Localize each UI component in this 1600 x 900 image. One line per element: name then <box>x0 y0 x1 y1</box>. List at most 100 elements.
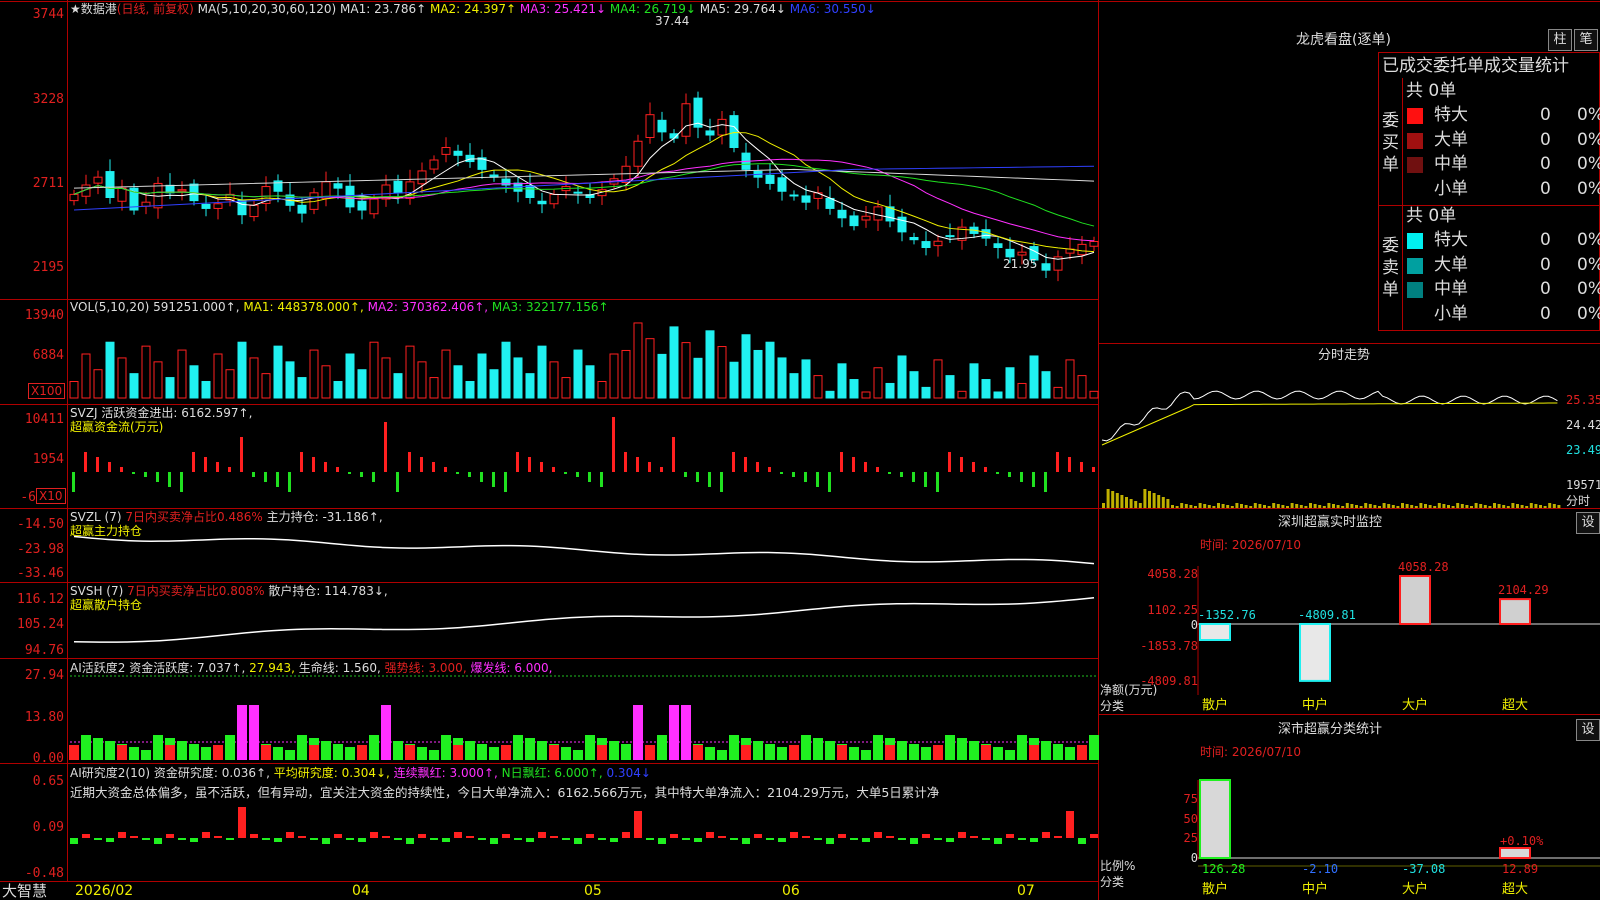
flow-bar <box>816 472 819 487</box>
flow-bar <box>444 467 447 472</box>
research-bar <box>1006 834 1014 838</box>
research-bar <box>1066 811 1074 838</box>
flow-bar <box>1032 472 1035 487</box>
szclass-settings-button[interactable]: 设 <box>1576 719 1600 741</box>
bar-mode-button[interactable]: 柱 <box>1548 29 1572 51</box>
ma3-value: MA3: 25.421↓ <box>519 2 607 16</box>
flow-bar <box>984 467 987 472</box>
intraday-vol-bar <box>1106 489 1110 508</box>
research-bar <box>526 838 534 842</box>
intraday-vol-bar <box>1424 504 1427 508</box>
szmon-cat-label: 分类 <box>1100 699 1125 713</box>
intraday-vol-bar <box>1410 505 1414 508</box>
flow-bar <box>468 472 471 477</box>
buy-row-count-3: 0 <box>1540 178 1551 199</box>
volume-bar <box>765 341 775 399</box>
main-holding-polyline <box>73 535 1095 565</box>
flow-bar <box>264 472 267 482</box>
activity-bar <box>717 750 727 760</box>
szmon-settings-button[interactable]: 设 <box>1576 512 1600 534</box>
flow-bar <box>936 472 939 492</box>
research-bar <box>1018 838 1026 840</box>
intraday-vol-bar <box>1355 505 1358 508</box>
szclass-value-label-0: 126.28 <box>1202 862 1246 876</box>
volume-bar <box>621 349 631 399</box>
research-bar <box>994 838 1002 844</box>
research-bar <box>898 838 906 840</box>
volume-bar <box>249 357 259 399</box>
activity-bar <box>1089 735 1099 760</box>
intraday-vol-bar <box>1198 503 1202 508</box>
pen-mode-button[interactable]: 笔 <box>1574 29 1598 51</box>
activity-bar <box>561 747 571 760</box>
volume-bar <box>945 375 955 399</box>
activity-bar <box>849 747 859 760</box>
research-bar <box>442 838 450 842</box>
research-bar <box>694 838 702 842</box>
intraday-vol-bar <box>1221 504 1225 508</box>
intraday-vol-bar <box>1295 504 1299 508</box>
research-bar <box>634 811 642 838</box>
low-label: 21.95 <box>1003 257 1038 271</box>
candle-body <box>765 174 775 184</box>
candle-body <box>357 200 367 211</box>
candle-body <box>453 150 463 156</box>
svzl-sub: 超赢主力持仓 <box>70 524 143 538</box>
research-bar <box>214 836 222 838</box>
szclass-cat-label: 分类 <box>1100 875 1125 889</box>
intraday-vol-bar <box>1102 503 1105 508</box>
buy-row-name-1: 大单 <box>1434 129 1468 150</box>
research-bar <box>466 836 474 838</box>
volume-bar <box>681 342 691 399</box>
sell-swatch-0 <box>1407 233 1423 249</box>
flow-bar <box>504 472 507 492</box>
vol-ma1: MA1: 448378.000↑, <box>243 300 364 314</box>
activity-bar <box>285 750 295 760</box>
research-bar <box>286 832 294 838</box>
flow-bar <box>360 472 363 477</box>
intraday-vol-bar <box>1161 497 1165 508</box>
intraday-vol-bar <box>1488 506 1492 508</box>
stock-title[interactable]: ★数据港 <box>70 2 117 16</box>
activity-bar <box>489 747 499 760</box>
candle-body <box>369 198 379 215</box>
month-5: 07 <box>1017 883 1035 899</box>
intraday-vol-bar <box>1539 505 1542 508</box>
vol-tick-1: 13940 <box>24 308 64 323</box>
flow-bar <box>420 457 423 472</box>
volume-bar <box>489 369 499 399</box>
research-bar <box>226 838 234 840</box>
candle-body <box>465 154 475 163</box>
volume-bar <box>177 349 187 399</box>
candle-body <box>117 187 127 202</box>
svsh-ratio: 7日内买卖净占比0.808% <box>127 584 265 598</box>
volume-bar <box>201 381 211 399</box>
vol-ma3: MA3: 322177.156↑ <box>491 300 609 314</box>
activity-bar <box>321 741 331 760</box>
flow-bar <box>252 472 255 477</box>
intraday-vol-bar <box>1244 505 1248 508</box>
ma-line-60 <box>73 168 1095 189</box>
res-avg: 平均研究度: 0.304↓, <box>273 766 390 780</box>
flow-bar <box>1056 452 1059 472</box>
ma1-value: MA1: 23.786↑ <box>340 2 427 16</box>
candle-body <box>849 215 859 227</box>
research-bar <box>646 838 654 840</box>
ma6-value: MA6: 30.550↓ <box>789 2 876 16</box>
research-bar <box>430 838 438 840</box>
szmon-tick-2: 1102.25 <box>1147 603 1198 617</box>
candle-body <box>177 189 187 192</box>
szmon-cat-3: 超大 <box>1502 698 1529 713</box>
activity-bar <box>633 705 643 760</box>
activity-bar <box>657 735 667 760</box>
research-bar <box>250 834 258 838</box>
svzl-tick-3: -33.46 <box>17 566 64 581</box>
candle-body <box>705 130 715 136</box>
szclass-cat-3: 超大 <box>1502 882 1529 897</box>
intraday-avg-line <box>1101 402 1558 446</box>
intraday-vol-bar <box>1341 506 1345 508</box>
volume-bar <box>837 363 847 399</box>
intraday-vol-bar <box>1534 504 1538 508</box>
buy-row-pct-1: 0% <box>1577 129 1600 150</box>
flow-bar <box>804 472 807 482</box>
